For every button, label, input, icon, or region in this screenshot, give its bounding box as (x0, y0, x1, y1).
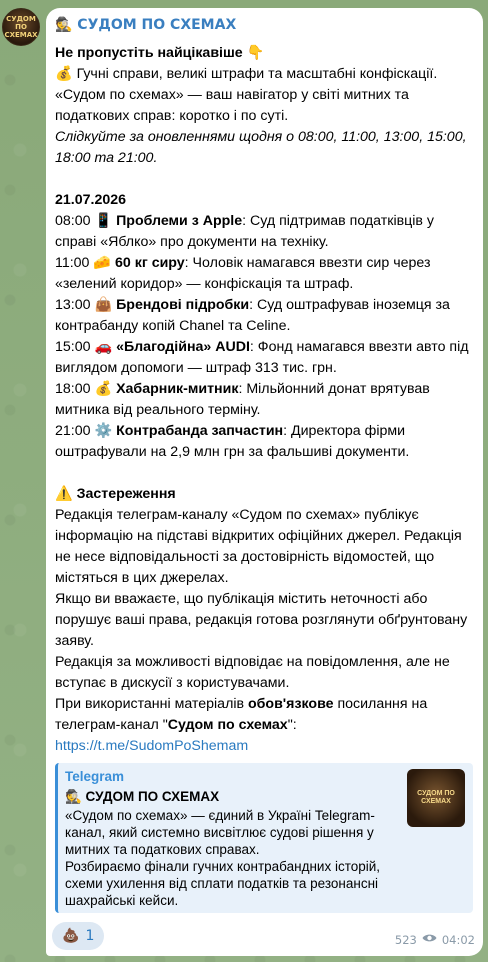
usage-note: При використанні матеріалів обов'язкове … (55, 696, 428, 733)
schedule-item: 13:00 👜 Брендові підробки: Суд оштрафува… (55, 297, 450, 334)
message-line: 💰 Гучні справи, великі штрафи та масштаб… (55, 66, 438, 82)
channel-link[interactable]: https://t.me/SudomPoShemam (55, 738, 248, 754)
preview-site-name: Telegram (65, 769, 125, 784)
disclaimer-text: Редакція за можливості відповідає на пов… (55, 654, 450, 691)
schedule-item: 11:00 🧀 60 кг сиру: Чоловік намагався вв… (55, 255, 431, 292)
date-heading: 21.07.2026 (55, 192, 127, 208)
preview-description: «Судом по схемах» — єдиний в Україні Tel… (65, 808, 375, 857)
headline: Не пропустіть найцікавіше 👇 (55, 45, 265, 61)
view-count: 523 (394, 932, 417, 947)
schedule-item: 18:00 💰 Хабарник-митник: Мільйонний дона… (55, 381, 430, 418)
avatar-logo-text: СУДОМ ПО СХЕМАХ (4, 15, 38, 39)
poop-emoji-icon: 💩 (62, 928, 80, 944)
schedule-item: 15:00 🚗 «Благодійна» AUDI: Фонд намагавс… (55, 339, 469, 376)
message-line: «Судом по схемах» — ваш навігатор у світ… (55, 87, 409, 124)
disclaimer-title: ⚠️ Застереження (55, 486, 176, 502)
disclaimer-text: Якщо ви вважаєте, що публікація містить … (55, 591, 468, 649)
reaction-button[interactable]: 💩 1 (52, 922, 105, 950)
channel-avatar[interactable]: СУДОМ ПО СХЕМАХ (2, 8, 40, 46)
schedule-item: 21:00 ⚙️ Контрабанда запчастин: Директор… (55, 423, 410, 460)
sender-name[interactable]: 🕵️ СУДОМ ПО СХЕМАХ (55, 14, 473, 36)
preview-thumbnail[interactable]: СУДОМ ПО СХЕМАХ (407, 769, 465, 827)
eye-icon (422, 932, 437, 947)
message-meta: 523 04:02 (395, 932, 475, 947)
preview-description: Розбираємо фінали гучних контрабандних і… (65, 859, 381, 908)
message-bubble[interactable]: 🕵️ СУДОМ ПО СХЕМАХ Не пропустіть найціка… (46, 8, 483, 956)
message-footer: 💩 1 523 04:02 (52, 920, 475, 950)
schedule-item: 08:00 📱 Проблеми з Apple: Суд підтримав … (55, 213, 434, 250)
message-text: Не пропустіть найцікавіше 👇 💰 Гучні спра… (55, 43, 473, 757)
preview-title: 🕵️ СУДОМ ПО СХЕМАХ (65, 789, 220, 804)
disclaimer-text: Редакція телеграм-каналу «Судом по схема… (55, 507, 462, 586)
reaction-count: 1 (85, 928, 95, 944)
message-time: 04:02 (441, 932, 475, 947)
link-preview[interactable]: Telegram 🕵️ СУДОМ ПО СХЕМАХ «Судом по сх… (55, 763, 473, 913)
schedule-note: Слідкуйте за оновленнями щодня о 08:00, … (55, 129, 467, 166)
